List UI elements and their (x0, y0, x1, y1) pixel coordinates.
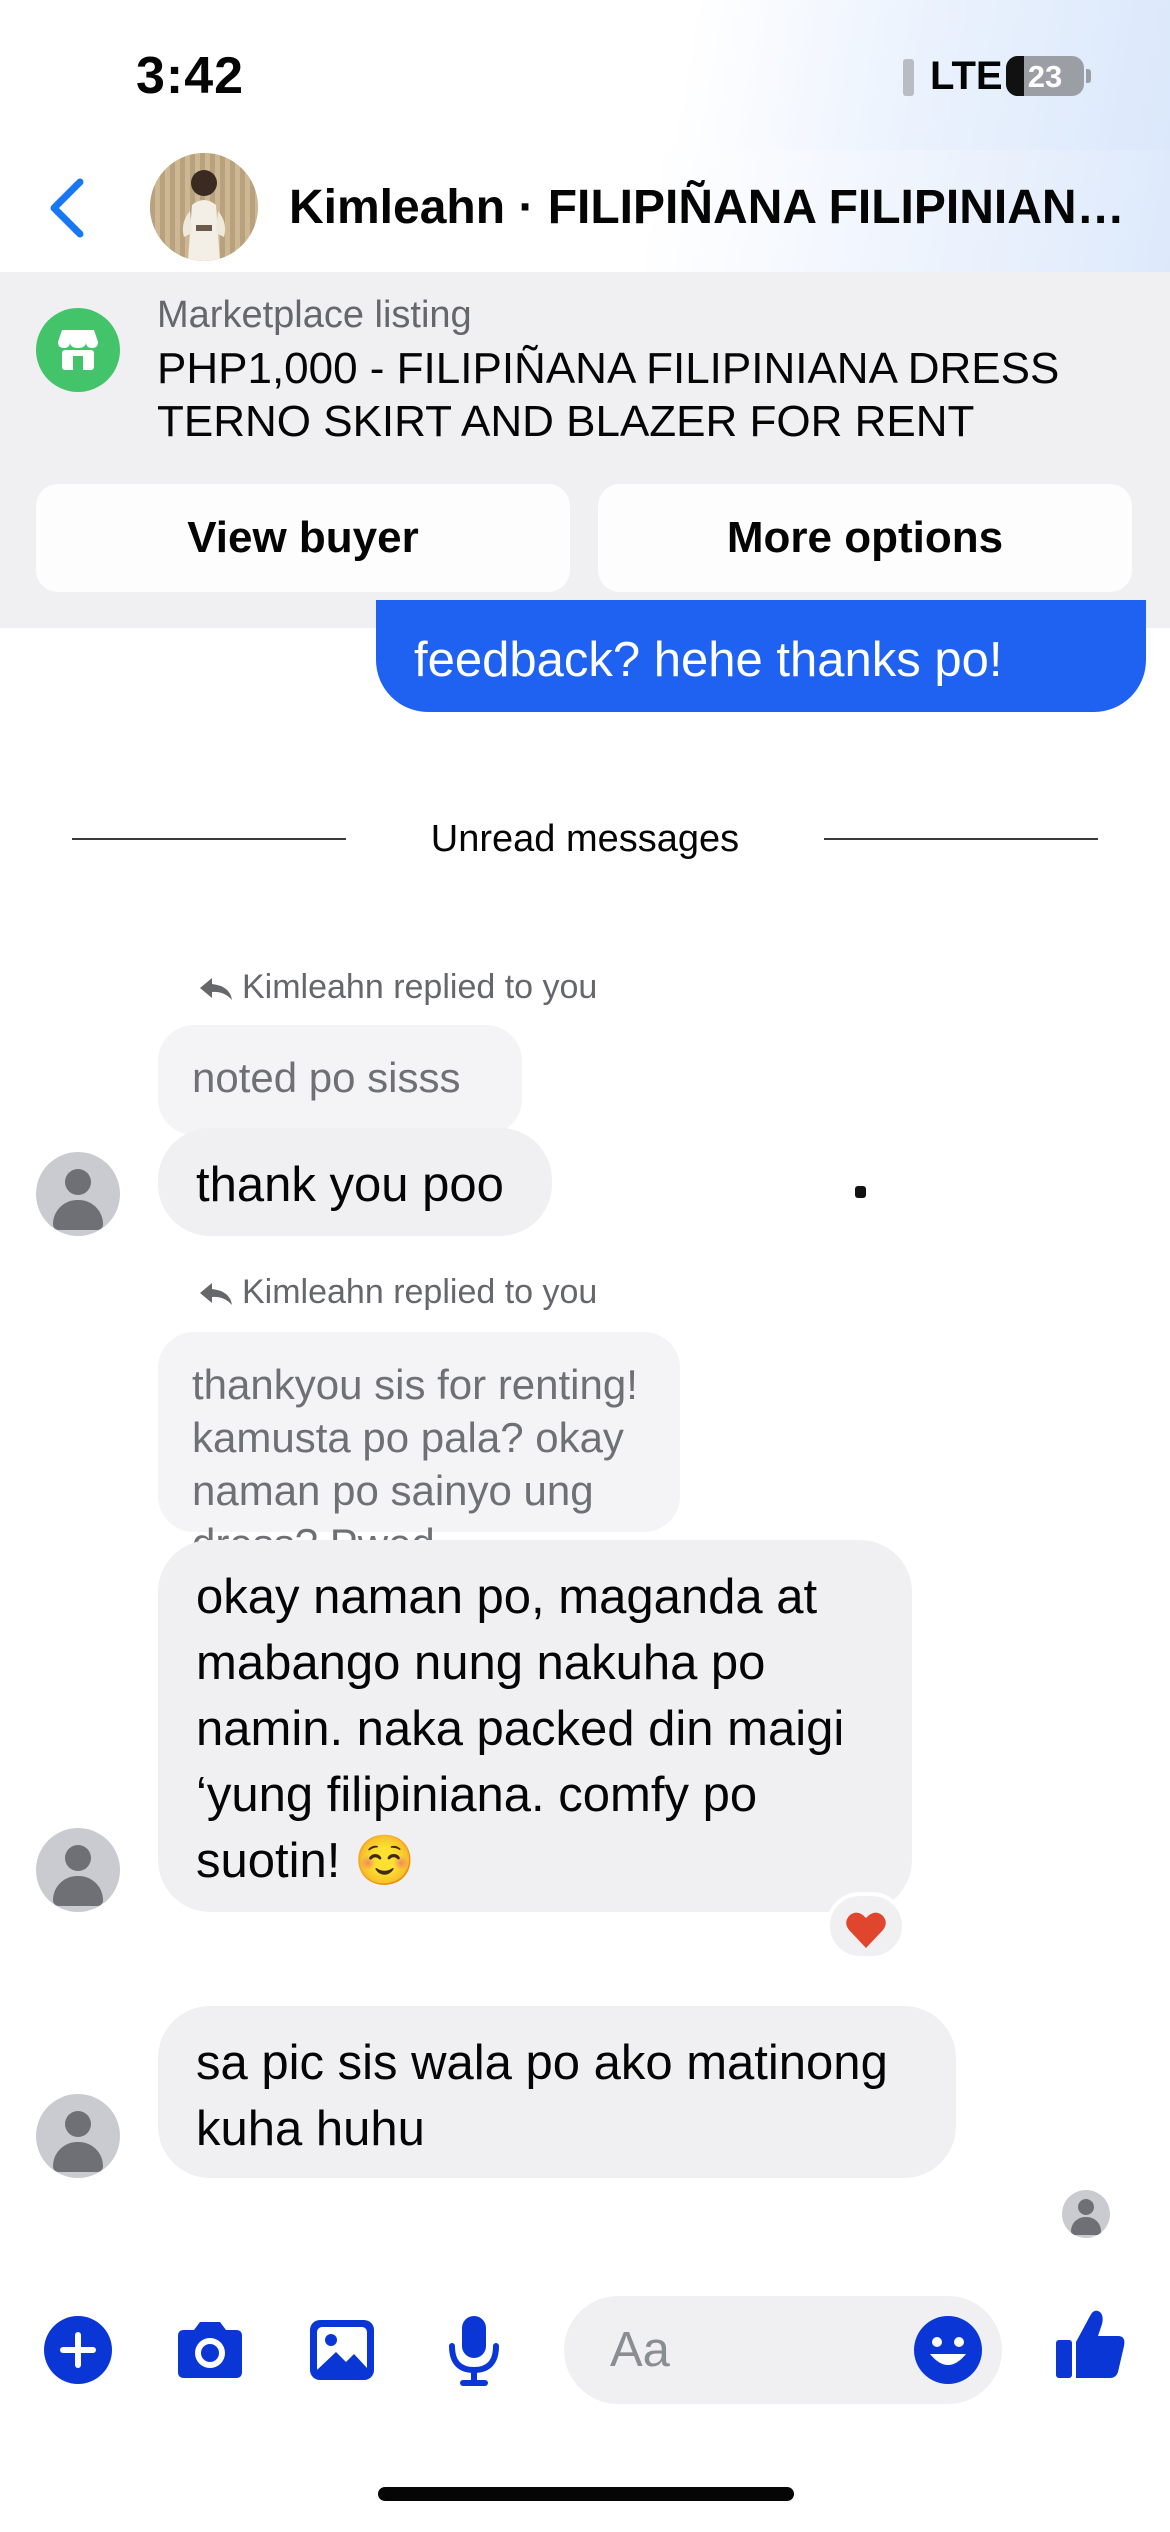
reply-indicator: Kimleahn replied to you (196, 1273, 597, 1312)
like-button[interactable] (1050, 2304, 1130, 2384)
marketplace-listing-panel: Marketplace listing PHP1,000 - FILIPIÑAN… (0, 272, 1170, 628)
contact-photo (150, 153, 258, 261)
gallery-button[interactable] (302, 2310, 382, 2390)
seen-indicator-avatar (1062, 2190, 1110, 2238)
battery-percent: 23 (1027, 59, 1063, 94)
heart-reaction[interactable] (826, 1892, 906, 1960)
sender-avatar[interactable] (36, 1152, 120, 1236)
chevron-left-icon (50, 178, 84, 238)
reply-arrow-icon (200, 978, 232, 1001)
received-message-bubble[interactable]: okay naman po, maganda at mabango nung n… (158, 1540, 912, 1912)
view-buyer-button[interactable]: View buyer (36, 484, 570, 592)
chat-title[interactable]: Kimleahn · FILIPIÑANA FILIPINIANA DRESS … (289, 180, 1149, 235)
emoji-button[interactable] (912, 2314, 984, 2386)
sender-avatar[interactable] (36, 1828, 120, 1912)
battery-icon: 23 (1006, 56, 1084, 96)
reply-indicator-text: Kimleahn replied to you (242, 968, 598, 1006)
sent-message-bubble[interactable]: feedback? hehe thanks po! (376, 600, 1146, 712)
emoji-icon (914, 2316, 982, 2384)
chat-header: Kimleahn · FILIPIÑANA FILIPINIANA DRESS … (0, 150, 1170, 272)
unread-messages-divider: Unread messages (430, 818, 740, 860)
heart-icon (846, 1912, 886, 1948)
cellular-signal-icon (855, 58, 915, 2092)
like-icon (1056, 2310, 1125, 2378)
received-message-bubble[interactable]: thank you poo (158, 1128, 552, 1236)
reply-indicator-text: Kimleahn replied to you (242, 1273, 598, 1311)
divider-line (72, 838, 346, 840)
home-indicator[interactable] (378, 2487, 794, 2501)
divider-line (824, 838, 1098, 840)
listing-title[interactable]: PHP1,000 - FILIPIÑANA FILIPINIANA DRESS … (157, 342, 1117, 448)
gallery-icon (310, 2320, 374, 2380)
reply-indicator: Kimleahn replied to you (196, 968, 597, 1007)
microphone-icon (449, 2316, 499, 2386)
back-button[interactable] (30, 168, 110, 248)
plus-icon (44, 2316, 112, 2384)
camera-icon (178, 2322, 242, 2378)
listing-label: Marketplace listing (157, 294, 472, 336)
messenger-chat-screen: 3:42 LTE 23 Kimleahn · FILIPIÑANA FILIPI… (0, 0, 1170, 2532)
status-time: 3:42 (136, 47, 245, 105)
reply-arrow-icon (200, 1283, 232, 1306)
status-bar: 3:42 LTE 23 (0, 0, 1170, 2092)
plus-button[interactable] (38, 2310, 118, 2390)
more-options-button[interactable]: More options (598, 484, 1132, 592)
camera-button[interactable] (170, 2310, 250, 2390)
quoted-message[interactable]: thankyou sis for renting! kamusta po pal… (158, 1332, 680, 1567)
battery-tip (1086, 69, 1091, 83)
received-message-bubble[interactable]: sa pic sis wala po ako matinong kuha huh… (158, 2006, 956, 2178)
microphone-button[interactable] (434, 2310, 514, 2390)
quoted-message[interactable]: noted po sisss (158, 1025, 522, 1135)
sender-avatar[interactable] (36, 2094, 120, 2178)
shop-icon (36, 308, 120, 392)
network-type: LTE (930, 54, 1003, 98)
contact-avatar[interactable] (150, 153, 258, 261)
